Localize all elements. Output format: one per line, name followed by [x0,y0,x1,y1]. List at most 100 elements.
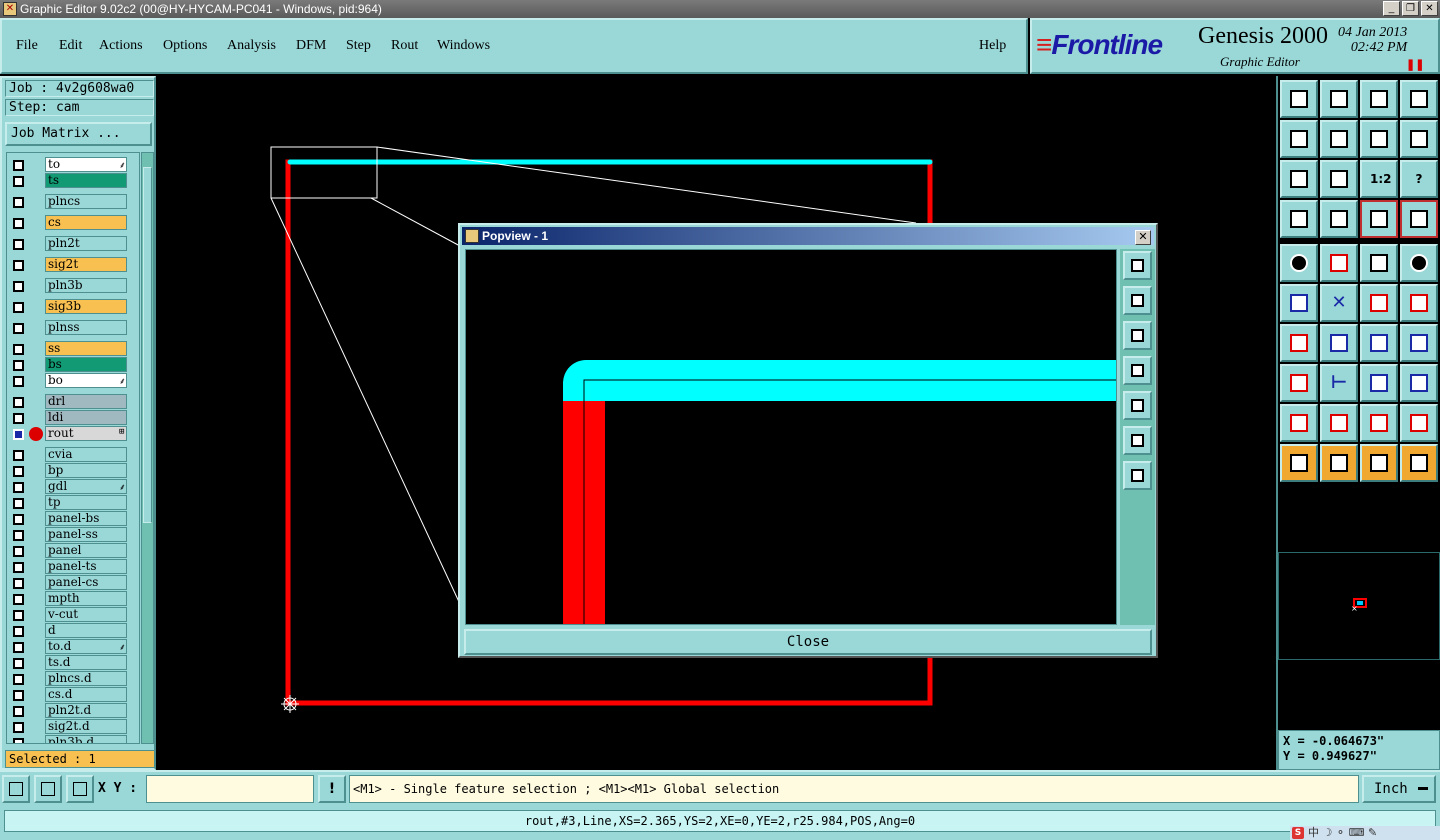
layer-checkbox[interactable] [13,376,24,387]
layer-row[interactable]: panel-ss [9,527,129,543]
layer-name[interactable]: gdl [45,479,127,494]
layer-row[interactable]: cs.d [9,687,129,703]
arc-icon[interactable] [1360,324,1398,362]
zoom-in-icon[interactable] [1320,80,1358,118]
layer-row[interactable]: to.d ⸙ [9,639,129,655]
ruler-icon[interactable] [1360,244,1398,282]
layer-name[interactable]: cs [45,215,127,230]
layer-name[interactable]: sig3b [45,299,127,314]
layer-name[interactable]: panel-cs [45,575,127,590]
snap-corner-icon[interactable] [2,775,30,803]
layer-name[interactable]: plncs.d [45,671,127,686]
scroll-thumb[interactable] [143,167,152,523]
layer-checkbox[interactable] [13,160,24,171]
fit-icon[interactable] [1280,160,1318,198]
job-matrix-button[interactable]: Job Matrix ... [5,122,152,146]
layer-name[interactable]: tp [45,495,127,510]
restore-button[interactable]: ❐ [1402,1,1419,16]
redo-icon[interactable] [1400,120,1438,158]
layer-name[interactable]: plnss [45,320,127,335]
layer-checkbox[interactable] [13,466,24,477]
layer-row[interactable]: plncs.d [9,671,129,687]
zoom-home-icon[interactable] [1280,80,1318,118]
layer-checkbox[interactable] [13,450,24,461]
layer-name[interactable]: pln3b [45,278,127,293]
popview-right-icon[interactable] [1123,391,1152,420]
node-icon[interactable] [1360,284,1398,322]
help-icon[interactable]: ? [1400,160,1438,198]
layer-checkbox[interactable] [13,594,24,605]
tri2-icon[interactable] [1320,404,1358,442]
layer-row[interactable]: rout ⊞ [9,426,129,442]
layer-row[interactable]: panel-ts [9,559,129,575]
snap-grid-icon[interactable] [66,775,94,803]
layer-row[interactable]: bp [9,463,129,479]
layer-name[interactable]: bp [45,463,127,478]
layer-name[interactable]: drl [45,394,127,409]
menu-rout[interactable]: Rout [391,38,418,54]
layer-row[interactable]: sig2t [9,257,129,273]
layer-checkbox[interactable] [13,429,24,440]
window-icon[interactable] [1400,80,1438,118]
layer-checkbox[interactable] [13,498,24,509]
route-icon[interactable] [1400,444,1438,482]
layer-checkbox[interactable] [13,562,24,573]
popview-left-icon[interactable] [1123,356,1152,385]
layer-name[interactable]: plncs [45,194,127,209]
layer-row[interactable]: panel [9,543,129,559]
layer-row[interactable]: ts.d [9,655,129,671]
menu-edit[interactable]: Edit [59,38,82,54]
split-icon[interactable]: ⊢ [1320,364,1358,402]
cursor2-icon[interactable] [1320,444,1358,482]
layer-row[interactable]: to ⸙ [9,157,129,173]
popview-center-icon[interactable] [1123,461,1152,490]
layer-name[interactable]: v-cut [45,607,127,622]
layer-row[interactable]: cs [9,215,129,231]
shape-icon[interactable] [1400,364,1438,402]
layer-row[interactable]: panel-cs [9,575,129,591]
menu-dfm[interactable]: DFM [296,38,326,54]
layer-row[interactable]: plncs [9,194,129,210]
layers-red-icon[interactable] [1400,200,1438,238]
layer-checkbox[interactable] [13,514,24,525]
line-icon[interactable] [1320,324,1358,362]
snap-icon[interactable] [1280,364,1318,402]
layer-checkbox[interactable] [13,239,24,250]
layer-checkbox[interactable] [13,578,24,589]
pad-icon[interactable] [1280,244,1318,282]
layer-row[interactable]: v-cut [9,607,129,623]
layer-name[interactable]: pln2t [45,236,127,251]
layer-checkbox[interactable] [13,626,24,637]
layer-row[interactable]: mpth [9,591,129,607]
popview-close-button[interactable]: Close [464,629,1152,655]
tri4-icon[interactable] [1400,404,1438,442]
layer-row[interactable]: ldi [9,410,129,426]
layer-checkbox[interactable] [13,360,24,371]
layer-name[interactable]: pln2t.d [45,703,127,718]
xy-input[interactable] [146,775,314,803]
layer-name[interactable]: cvia [45,447,127,462]
layer-row[interactable]: ts [9,173,129,189]
layer-row[interactable]: pln3b.d [9,735,129,743]
layer-row[interactable]: sig3b [9,299,129,315]
minimize-button[interactable]: _ [1383,1,1400,16]
grid-icon[interactable] [1320,200,1358,238]
layer-row[interactable]: pln2t.d [9,703,129,719]
layer-checkbox[interactable] [13,197,24,208]
layer-checkbox[interactable] [13,323,24,334]
units-select[interactable]: Inch [1362,775,1436,803]
menu-actions[interactable]: Actions [99,38,143,54]
layer-name[interactable]: rout [45,426,127,441]
center-icon[interactable] [1320,160,1358,198]
warning-button[interactable]: ! [318,775,346,803]
layer-name[interactable]: cs.d [45,687,127,702]
popview-up-icon[interactable] [1123,286,1152,315]
angle-icon[interactable] [1280,324,1318,362]
layer-row[interactable]: panel-bs [9,511,129,527]
pause-icon[interactable]: ❚❚ [1406,58,1424,71]
layer-checkbox[interactable] [13,722,24,733]
layer-name[interactable]: to [45,157,127,172]
layer-row[interactable]: drl [9,394,129,410]
layer-checkbox[interactable] [13,706,24,717]
snap-angle-icon[interactable] [34,775,62,803]
